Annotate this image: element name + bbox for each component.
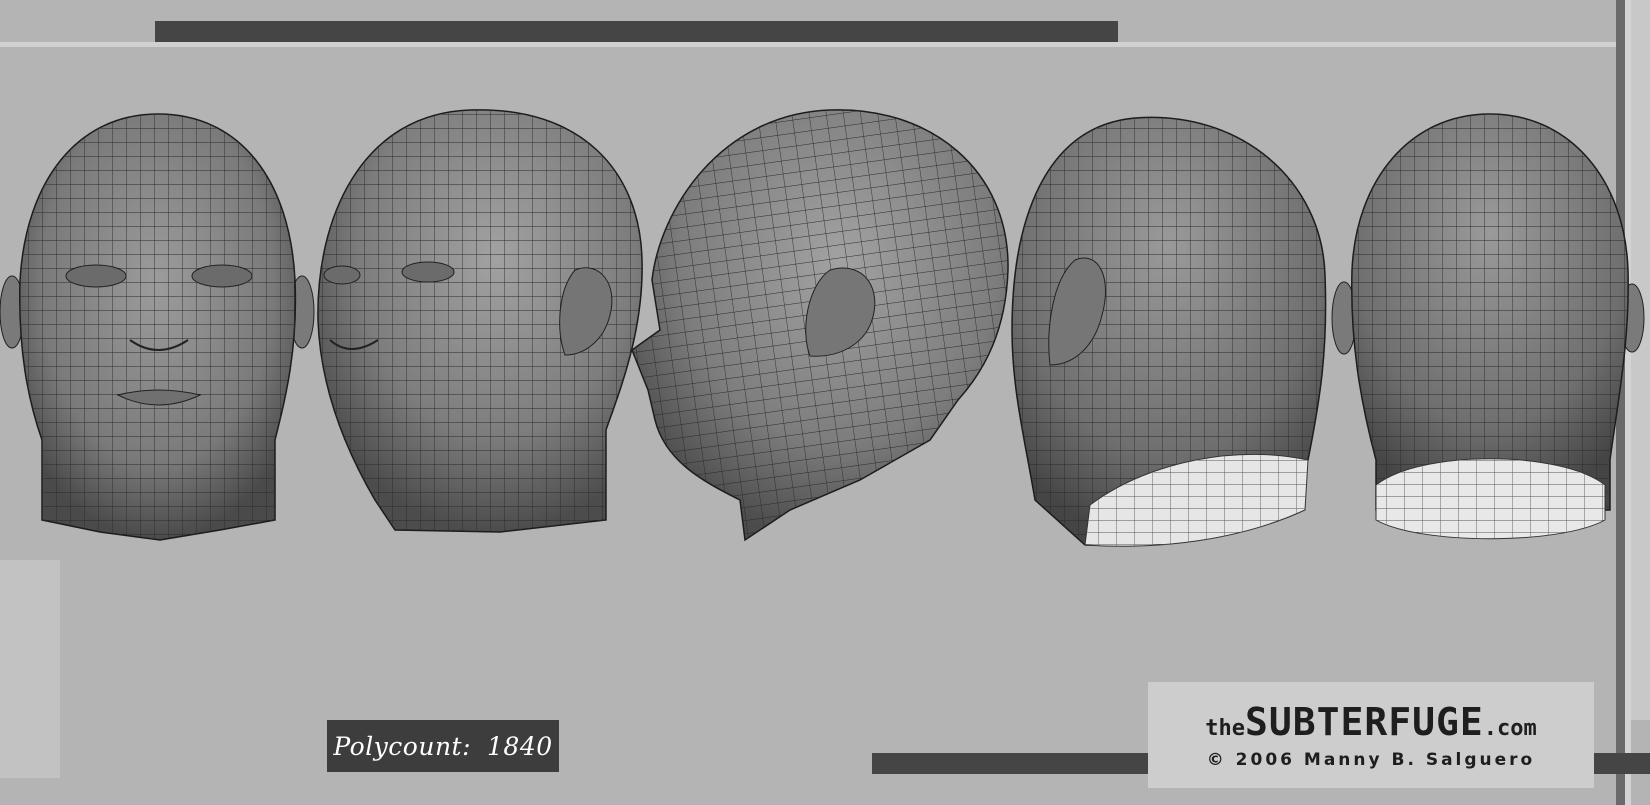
logo-name: SUBTERFUGE xyxy=(1244,700,1484,744)
head-views xyxy=(0,109,1645,547)
head-back-view xyxy=(1331,113,1645,540)
logo-suffix: .com xyxy=(1483,716,1537,741)
site-logo: the SUBTERFUGE .com xyxy=(1205,700,1537,744)
head-three-quarter-view xyxy=(317,109,643,533)
site-logo-box: the SUBTERFUGE .com © 2006 Manny B. Salg… xyxy=(1148,682,1594,788)
copyright-notice: © 2006 Manny B. Salguero xyxy=(1206,750,1536,770)
head-profile-view xyxy=(631,109,1009,542)
left-panel-block xyxy=(0,560,60,778)
polycount-label: Polycount: xyxy=(333,731,472,761)
polycount-value: 1840 xyxy=(487,731,553,761)
top-dark-bar xyxy=(155,21,1118,42)
polycount-label-box: Polycount: 1840 xyxy=(327,720,559,772)
logo-prefix: the xyxy=(1205,716,1245,741)
head-back-three-quarter-view xyxy=(1011,116,1327,547)
head-front-view xyxy=(0,113,315,541)
top-light-line xyxy=(0,42,1650,47)
